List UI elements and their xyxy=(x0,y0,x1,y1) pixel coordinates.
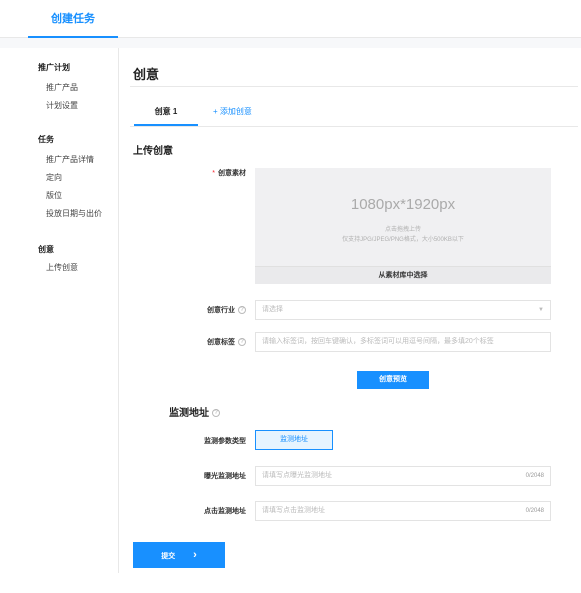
monitor-section-title: 监测地址? xyxy=(120,404,220,419)
sidebar-item-upload-creative[interactable]: 上传创意 xyxy=(46,262,78,273)
preview-creative-button[interactable]: 创意预览 xyxy=(357,371,429,389)
question-circle-icon: ? xyxy=(238,306,246,315)
tabs-divider xyxy=(130,126,578,127)
sidebar-item-targeting[interactable]: 定向 xyxy=(46,172,62,183)
sidebar-group-task: 任务 xyxy=(38,135,54,144)
question-circle-icon: ? xyxy=(238,338,246,347)
impression-monitor-input[interactable]: 请填写点曝光监测地址 0/2048 xyxy=(255,466,551,486)
top-tab-bar: 创建任务 xyxy=(0,0,581,38)
sidebar-group-creative: 创意 xyxy=(38,245,54,254)
tags-label: 创意标签? xyxy=(166,337,246,347)
monitor-param-type-label: 监测参数类型 xyxy=(204,438,246,445)
click-monitor-input[interactable]: 请填写点击监测地址 0/2048 xyxy=(255,501,551,521)
sidebar-item-product[interactable]: 推广产品 xyxy=(46,82,78,93)
chevron-down-icon: ▼ xyxy=(538,307,544,313)
click-monitor-label: 点击监测地址 xyxy=(204,508,246,515)
submit-button[interactable]: 提交 › xyxy=(133,542,225,568)
upload-hint-format: 仅支持JPG/JPEG/PNG格式，大小500KB以下 xyxy=(342,237,464,243)
sidebar-nav: 推广计划 推广产品 计划设置 任务 推广产品详情 定向 版位 投放日期与出价 创… xyxy=(0,48,119,573)
select-from-library-button[interactable]: 从素材库中选择 xyxy=(255,266,551,284)
upload-section-title: 上传创意 xyxy=(133,146,173,157)
sidebar-item-product-detail[interactable]: 推广产品详情 xyxy=(46,154,94,165)
upload-hint-drag: 点击拖拽上传 xyxy=(384,227,421,233)
industry-label: 创意行业? xyxy=(166,305,246,315)
title-divider xyxy=(130,86,578,87)
impression-char-counter: 0/2048 xyxy=(525,473,544,479)
required-mark: * xyxy=(212,170,215,177)
chevron-right-icon: › xyxy=(193,549,197,561)
industry-select[interactable]: 请选择 ▼ xyxy=(255,300,551,320)
upload-dropzone[interactable]: 1080px*1920px 点击拖拽上传 仅支持JPG/JPEG/PNG格式，大… xyxy=(255,168,551,266)
upload-size-text: 1080px*1920px xyxy=(350,196,456,213)
tab-creative-1[interactable]: 创意 1 xyxy=(134,104,198,126)
sidebar-item-plan-settings[interactable]: 计划设置 xyxy=(46,100,78,111)
add-creative-link[interactable]: + 添加创意 xyxy=(213,104,252,120)
creative-material-label: * 创意素材 xyxy=(212,170,246,177)
click-char-counter: 0/2048 xyxy=(525,508,544,514)
monitor-address-toggle[interactable]: 监测地址 xyxy=(255,430,333,450)
page-title: 创意 xyxy=(133,67,160,82)
sidebar-item-placement[interactable]: 版位 xyxy=(46,190,62,201)
tab-create-task[interactable]: 创建任务 xyxy=(28,0,118,38)
question-circle-icon: ? xyxy=(212,409,220,418)
sidebar-group-plan: 推广计划 xyxy=(38,63,70,72)
impression-monitor-label: 曝光监测地址 xyxy=(204,473,246,480)
header-divider-strip xyxy=(0,38,581,48)
sidebar-item-schedule-bid[interactable]: 投放日期与出价 xyxy=(46,208,102,219)
tags-input[interactable]: 请输入标签词，按回车键确认，多标签词可以用逗号间隔，最多填20个标签 xyxy=(255,332,551,352)
